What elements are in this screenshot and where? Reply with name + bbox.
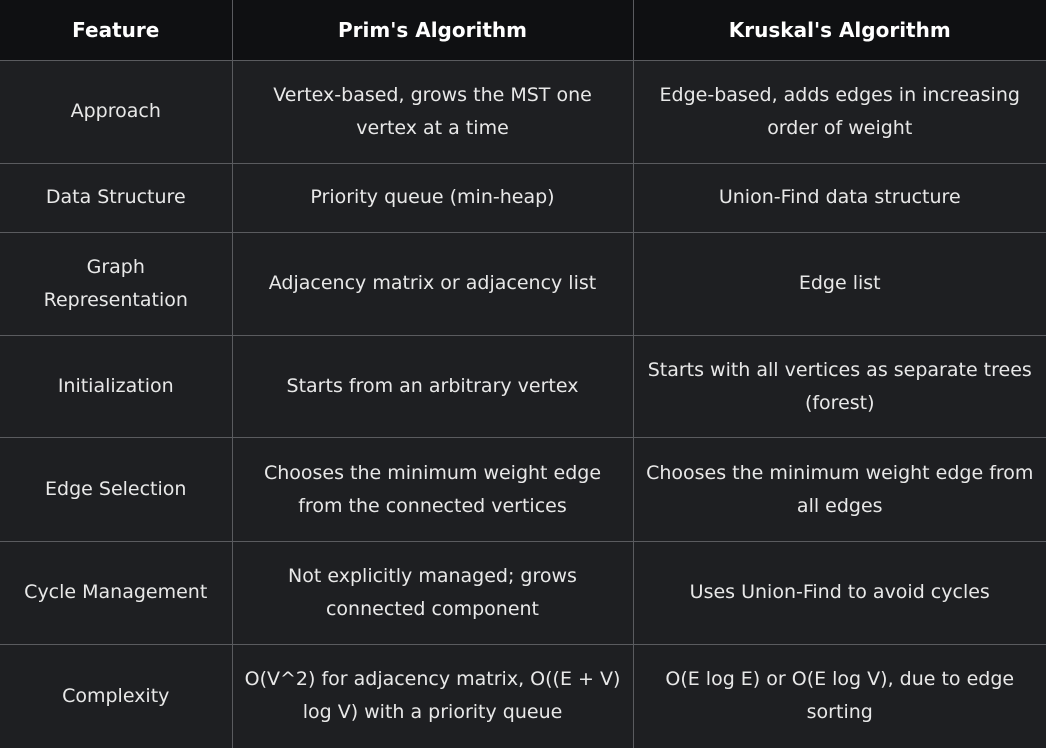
feature-cell: Data Structure	[0, 162, 233, 234]
header-row: Feature Prim's Algorithm Kruskal's Algor…	[0, 0, 1046, 61]
table-row: Cycle Management Not explicitly managed;…	[0, 541, 1046, 645]
prim-cell: Vertex-based, grows the MST one vertex a…	[231, 60, 634, 164]
feature-cell: Graph Representation	[0, 232, 233, 336]
kruskal-cell: Union-Find data structure	[632, 162, 1046, 234]
kruskal-cell: Edge list	[632, 232, 1046, 336]
kruskal-cell: Starts with all vertices as separate tre…	[632, 334, 1046, 439]
kruskal-cell: Edge-based, adds edges in increasing ord…	[632, 60, 1046, 164]
feature-cell: Cycle Management	[0, 541, 233, 645]
header-kruskal: Kruskal's Algorithm	[632, 0, 1046, 61]
prim-cell: Chooses the minimum weight edge from the…	[231, 437, 634, 543]
kruskal-cell: O(E log E) or O(E log V), due to edge so…	[632, 643, 1046, 748]
table-row: Approach Vertex-based, grows the MST one…	[0, 60, 1046, 164]
comparison-table: Feature Prim's Algorithm Kruskal's Algor…	[0, 0, 1046, 748]
feature-cell: Edge Selection	[0, 437, 233, 543]
prim-cell: Not explicitly managed; grows connected …	[231, 541, 634, 645]
kruskal-cell: Uses Union-Find to avoid cycles	[632, 541, 1046, 645]
table-row: Edge Selection Chooses the minimum weigh…	[0, 437, 1046, 543]
table-row: Complexity O(V^2) for adjacency matrix, …	[0, 643, 1046, 748]
prim-cell: Starts from an arbitrary vertex	[231, 334, 634, 439]
header-prim: Prim's Algorithm	[231, 0, 634, 61]
feature-cell: Approach	[0, 60, 233, 164]
feature-cell: Complexity	[0, 643, 233, 748]
prim-cell: Priority queue (min-heap)	[231, 162, 634, 234]
feature-cell: Initialization	[0, 334, 233, 439]
header-feature: Feature	[0, 0, 233, 61]
table-row: Graph Representation Adjacency matrix or…	[0, 232, 1046, 336]
prim-cell: Adjacency matrix or adjacency list	[231, 232, 634, 336]
table-row: Initialization Starts from an arbitrary …	[0, 334, 1046, 439]
table-row: Data Structure Priority queue (min-heap)…	[0, 162, 1046, 234]
prim-cell: O(V^2) for adjacency matrix, O((E + V) l…	[231, 643, 634, 748]
kruskal-cell: Chooses the minimum weight edge from all…	[632, 437, 1046, 543]
